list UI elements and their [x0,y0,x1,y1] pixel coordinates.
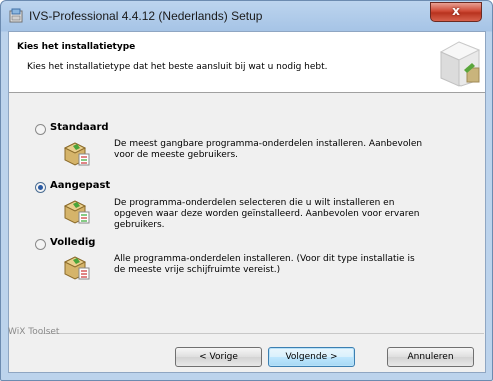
option-label-volledig[interactable]: Volledig [50,237,95,248]
close-button[interactable]: x [430,2,482,22]
option-description-line: Alle programma-onderdelen installeren. (… [114,254,415,264]
option-description-standaard: De meest gangbare programma-onderdelen i… [114,139,444,161]
radio-aangepast[interactable] [35,182,46,193]
footer-divider [41,333,484,334]
next-button[interactable]: Volgende > [268,347,355,367]
install-package-icon [63,256,90,280]
installer-app-icon [9,8,23,23]
banner-title: Kies het installatietype [17,42,136,52]
install-package-icon [63,142,90,166]
radio-volledig[interactable] [35,239,46,250]
option-label-standaard[interactable]: Standaard [50,122,109,133]
option-description-aangepast: De programma-onderdelen selecteren die u… [114,198,444,231]
option-label-aangepast[interactable]: Aangepast [50,180,110,191]
option-description-line: voor de meeste gebruikers. [114,150,239,160]
header-banner: Kies het installatietype Kies het instal… [9,32,485,93]
radio-standaard[interactable] [35,124,46,135]
window-title: IVS-Professional 4.4.12 (Nederlands) Set… [29,9,263,23]
setup-window: IVS-Professional 4.4.12 (Nederlands) Set… [0,0,493,381]
back-button[interactable]: < Vorige [175,347,262,367]
dialog-client-area: Kies het installatietype Kies het instal… [8,31,486,373]
option-description-line: De programma-onderdelen selecteren die u… [114,198,395,208]
close-icon: x [452,4,460,18]
title-bar[interactable]: IVS-Professional 4.4.12 (Nederlands) Set… [1,1,492,31]
option-description-line: de meeste vrije schijfruimte vereist.) [114,265,281,275]
option-description-line: opgeven waar deze worden geïnstalleerd. … [114,209,420,219]
cancel-button[interactable]: Annuleren [387,347,474,367]
installer-box-icon [439,41,481,87]
banner-description: Kies het installatietype dat het beste a… [27,62,328,72]
option-description-line: De meest gangbare programma-onderdelen i… [114,139,423,149]
wix-toolset-label: WiX Toolset [8,327,60,337]
option-description-volledig: Alle programma-onderdelen installeren. (… [114,254,444,276]
install-package-icon [63,200,90,224]
option-description-line: gebruikers. [114,220,165,230]
